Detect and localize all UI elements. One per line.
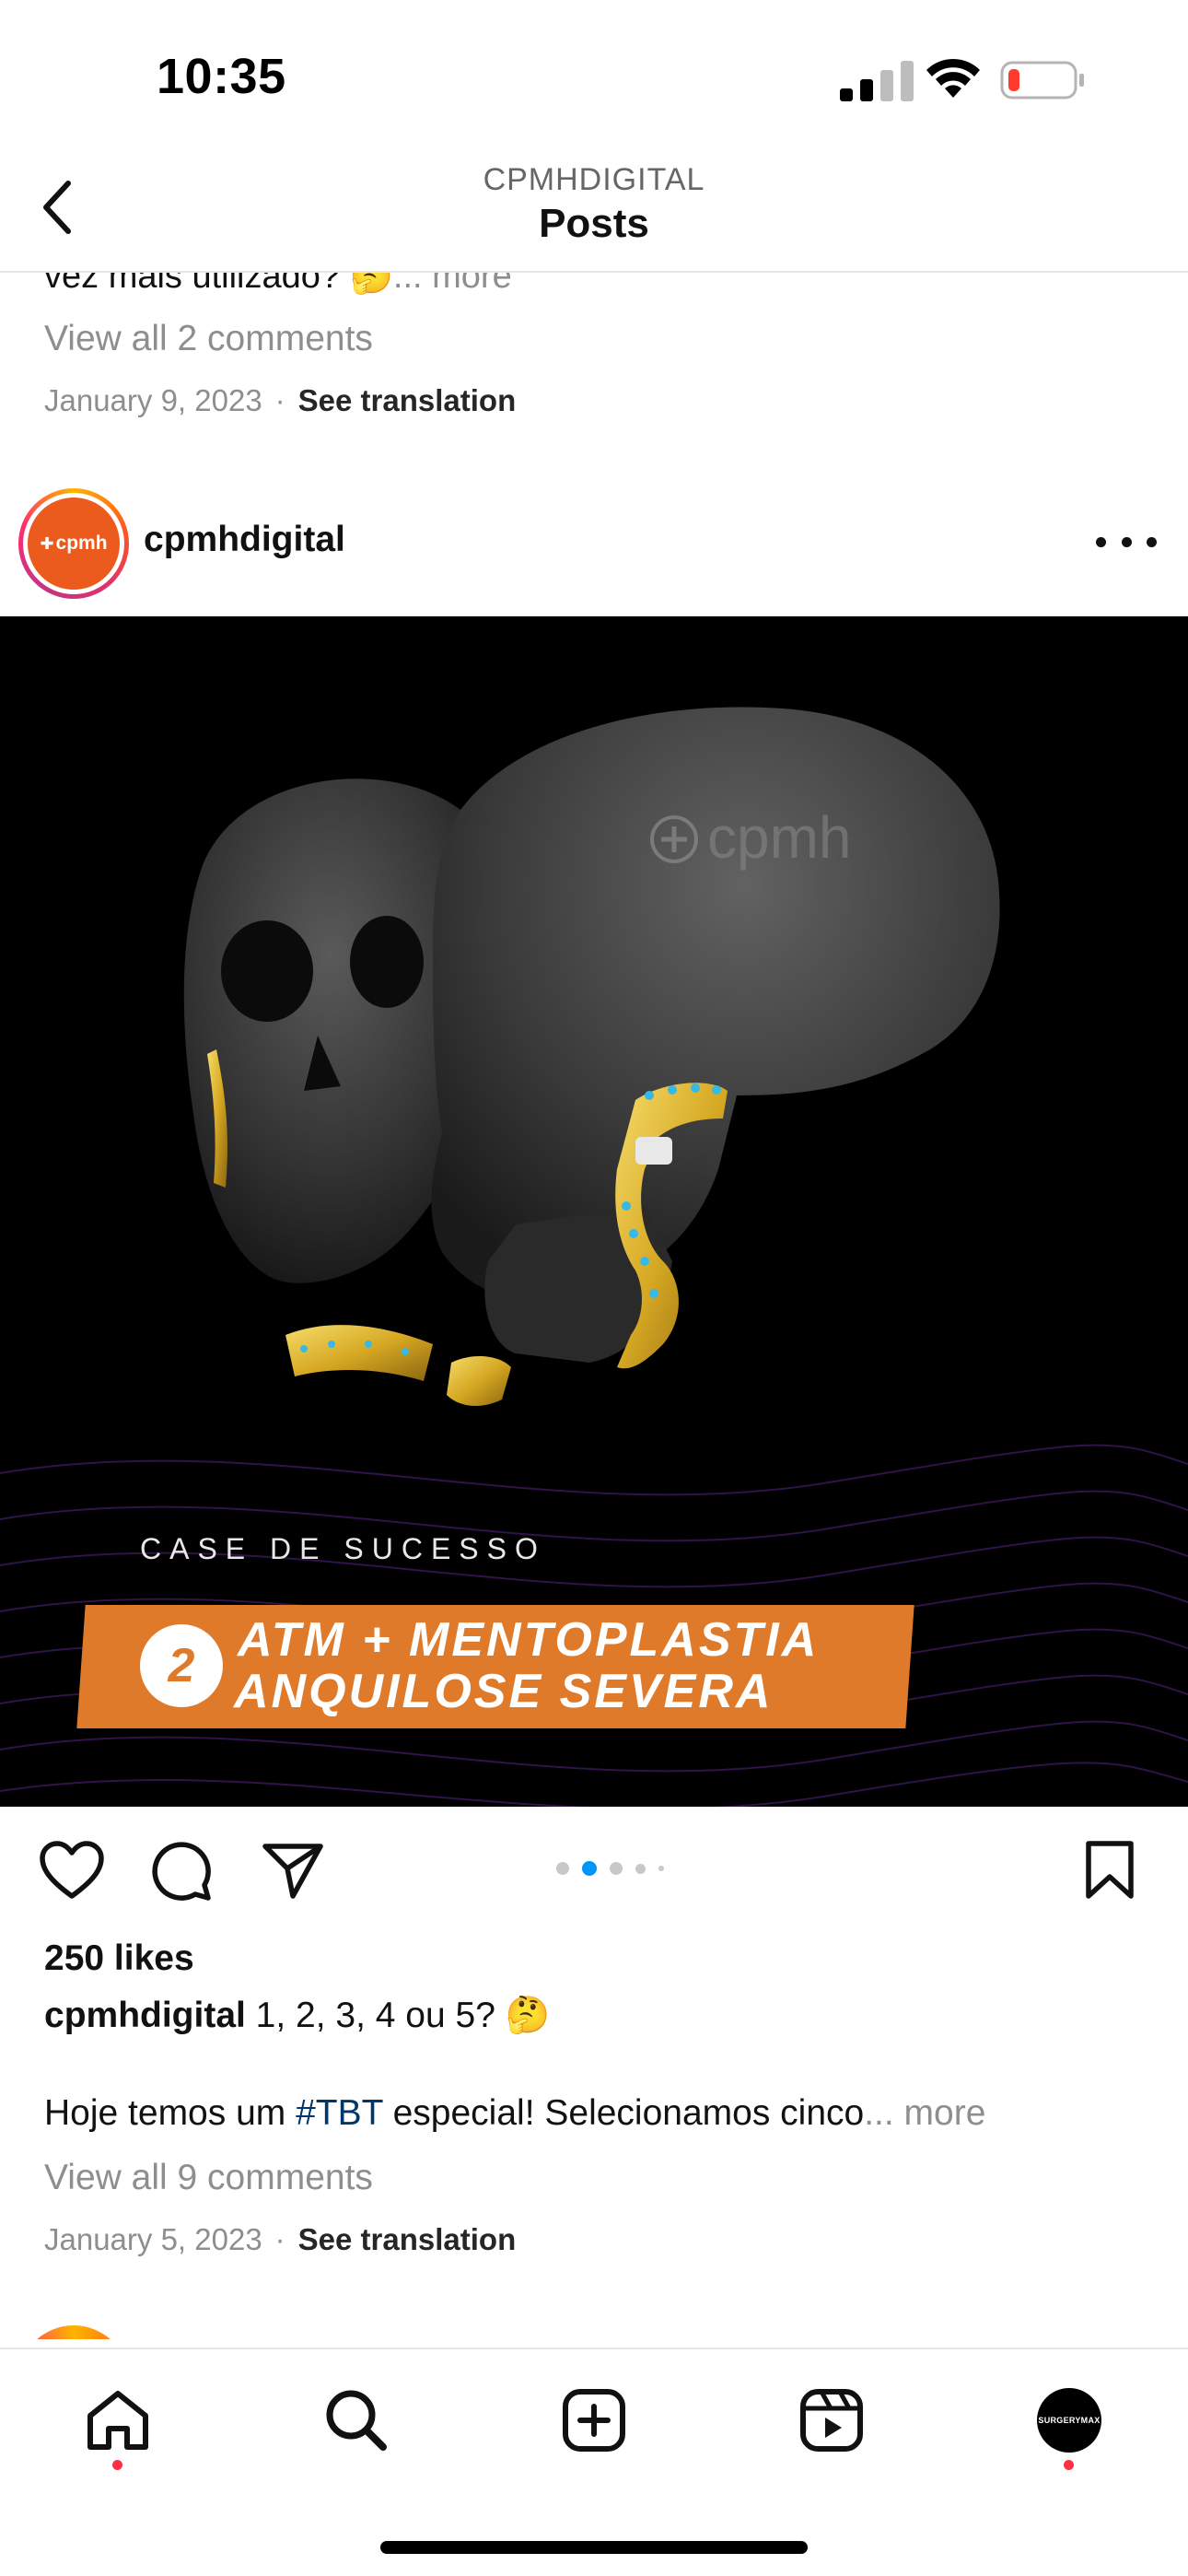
carousel-dot <box>556 1862 569 1875</box>
caption-text: vez mais utilizado? 🤔 <box>44 257 393 296</box>
dot-icon <box>1121 536 1132 547</box>
hashtag-link[interactable]: #TBT <box>296 2093 383 2133</box>
save-button[interactable] <box>1077 1837 1142 1903</box>
bookmark-icon <box>1086 1841 1134 1899</box>
more-link[interactable]: ... more <box>393 273 512 296</box>
see-translation-link[interactable]: See translation <box>298 2222 517 2256</box>
battery-low-icon <box>1000 61 1084 100</box>
cellular-signal-icon <box>840 61 914 101</box>
header-divider <box>0 271 1188 273</box>
nav-search[interactable] <box>315 2379 398 2462</box>
avatar-logo: ✚ cpmh <box>28 498 120 590</box>
more-options-button[interactable] <box>1096 523 1157 560</box>
carousel-dot <box>635 1863 646 1874</box>
nav-home[interactable] <box>76 2379 159 2462</box>
page-title: Posts <box>539 201 649 246</box>
nav-reels[interactable] <box>790 2379 873 2462</box>
share-button[interactable] <box>258 1837 328 1903</box>
carousel-dot <box>658 1866 664 1871</box>
separator-dot: · <box>274 2222 285 2256</box>
caption-text: 1, 2, 3, 4 ou 5? 🤔 <box>245 1996 551 2035</box>
header-account-name: CPMHDIGITAL <box>483 162 705 197</box>
comment-icon <box>152 1842 211 1901</box>
caption-username[interactable]: cpmhdigital <box>44 1996 246 2035</box>
profile-avatar: SURGERYMAX <box>1037 2388 1101 2453</box>
nav-create[interactable] <box>553 2379 635 2462</box>
case-label: CASE DE SUCESSO <box>140 1532 546 1565</box>
caption-body-text: especial! Selecionamos cinco <box>382 2093 865 2133</box>
case-number-badge: 2 <box>140 1624 223 1707</box>
comment-button[interactable] <box>146 1837 215 1903</box>
post-caption-body: Hoje temos um #TBT especial! Selecionamo… <box>44 2093 985 2134</box>
post-username[interactable]: cpmhdigital <box>144 520 345 560</box>
carousel-dot <box>610 1862 623 1875</box>
view-all-comments-link[interactable]: View all 2 comments <box>44 319 373 359</box>
post-date: January 9, 2023 <box>44 383 262 417</box>
carousel-indicator <box>556 1859 685 1878</box>
notification-dot <box>1064 2460 1074 2470</box>
previous-post-caption: vez mais utilizado? 🤔... more <box>44 257 512 297</box>
previous-post-meta: January 9, 2023 · See translation <box>44 383 516 418</box>
skull-brand-text: cpmh <box>707 804 852 871</box>
wifi-icon <box>926 58 980 98</box>
post-meta: January 5, 2023 · See translation <box>44 2222 516 2257</box>
separator-dot: · <box>274 383 285 417</box>
dot-icon <box>1096 536 1106 547</box>
home-icon <box>87 2391 148 2450</box>
home-indicator[interactable] <box>380 2541 808 2554</box>
reels-icon <box>800 2389 863 2452</box>
see-translation-link[interactable]: See translation <box>298 383 517 417</box>
notification-dot <box>112 2460 122 2470</box>
case-title-line1: ATM + MENTOPLASTIA <box>238 1613 820 1667</box>
carousel-dot-active <box>582 1861 597 1876</box>
caption-body-text: Hoje temos um <box>44 2093 297 2133</box>
likes-count[interactable]: 250 likes <box>44 1938 194 1979</box>
view-all-comments-link[interactable]: View all 9 comments <box>44 2158 373 2198</box>
create-post-icon <box>563 2389 625 2452</box>
heart-icon <box>40 1841 104 1899</box>
search-icon <box>326 2390 387 2451</box>
dot-icon <box>1147 536 1157 547</box>
post-caption: cpmhdigital 1, 2, 3, 4 ou 5? 🤔 <box>44 1994 550 2036</box>
post-date: January 5, 2023 <box>44 2222 262 2256</box>
more-link[interactable]: ... more <box>864 2093 985 2133</box>
nav-profile[interactable]: SURGERYMAX <box>1028 2379 1111 2462</box>
like-button[interactable] <box>37 1837 107 1903</box>
status-time: 10:35 <box>157 49 286 104</box>
paper-plane-icon <box>262 1844 323 1899</box>
post-avatar[interactable]: ✚ cpmh <box>18 488 129 599</box>
case-title-line2: ANQUILOSE SEVERA <box>234 1665 774 1718</box>
